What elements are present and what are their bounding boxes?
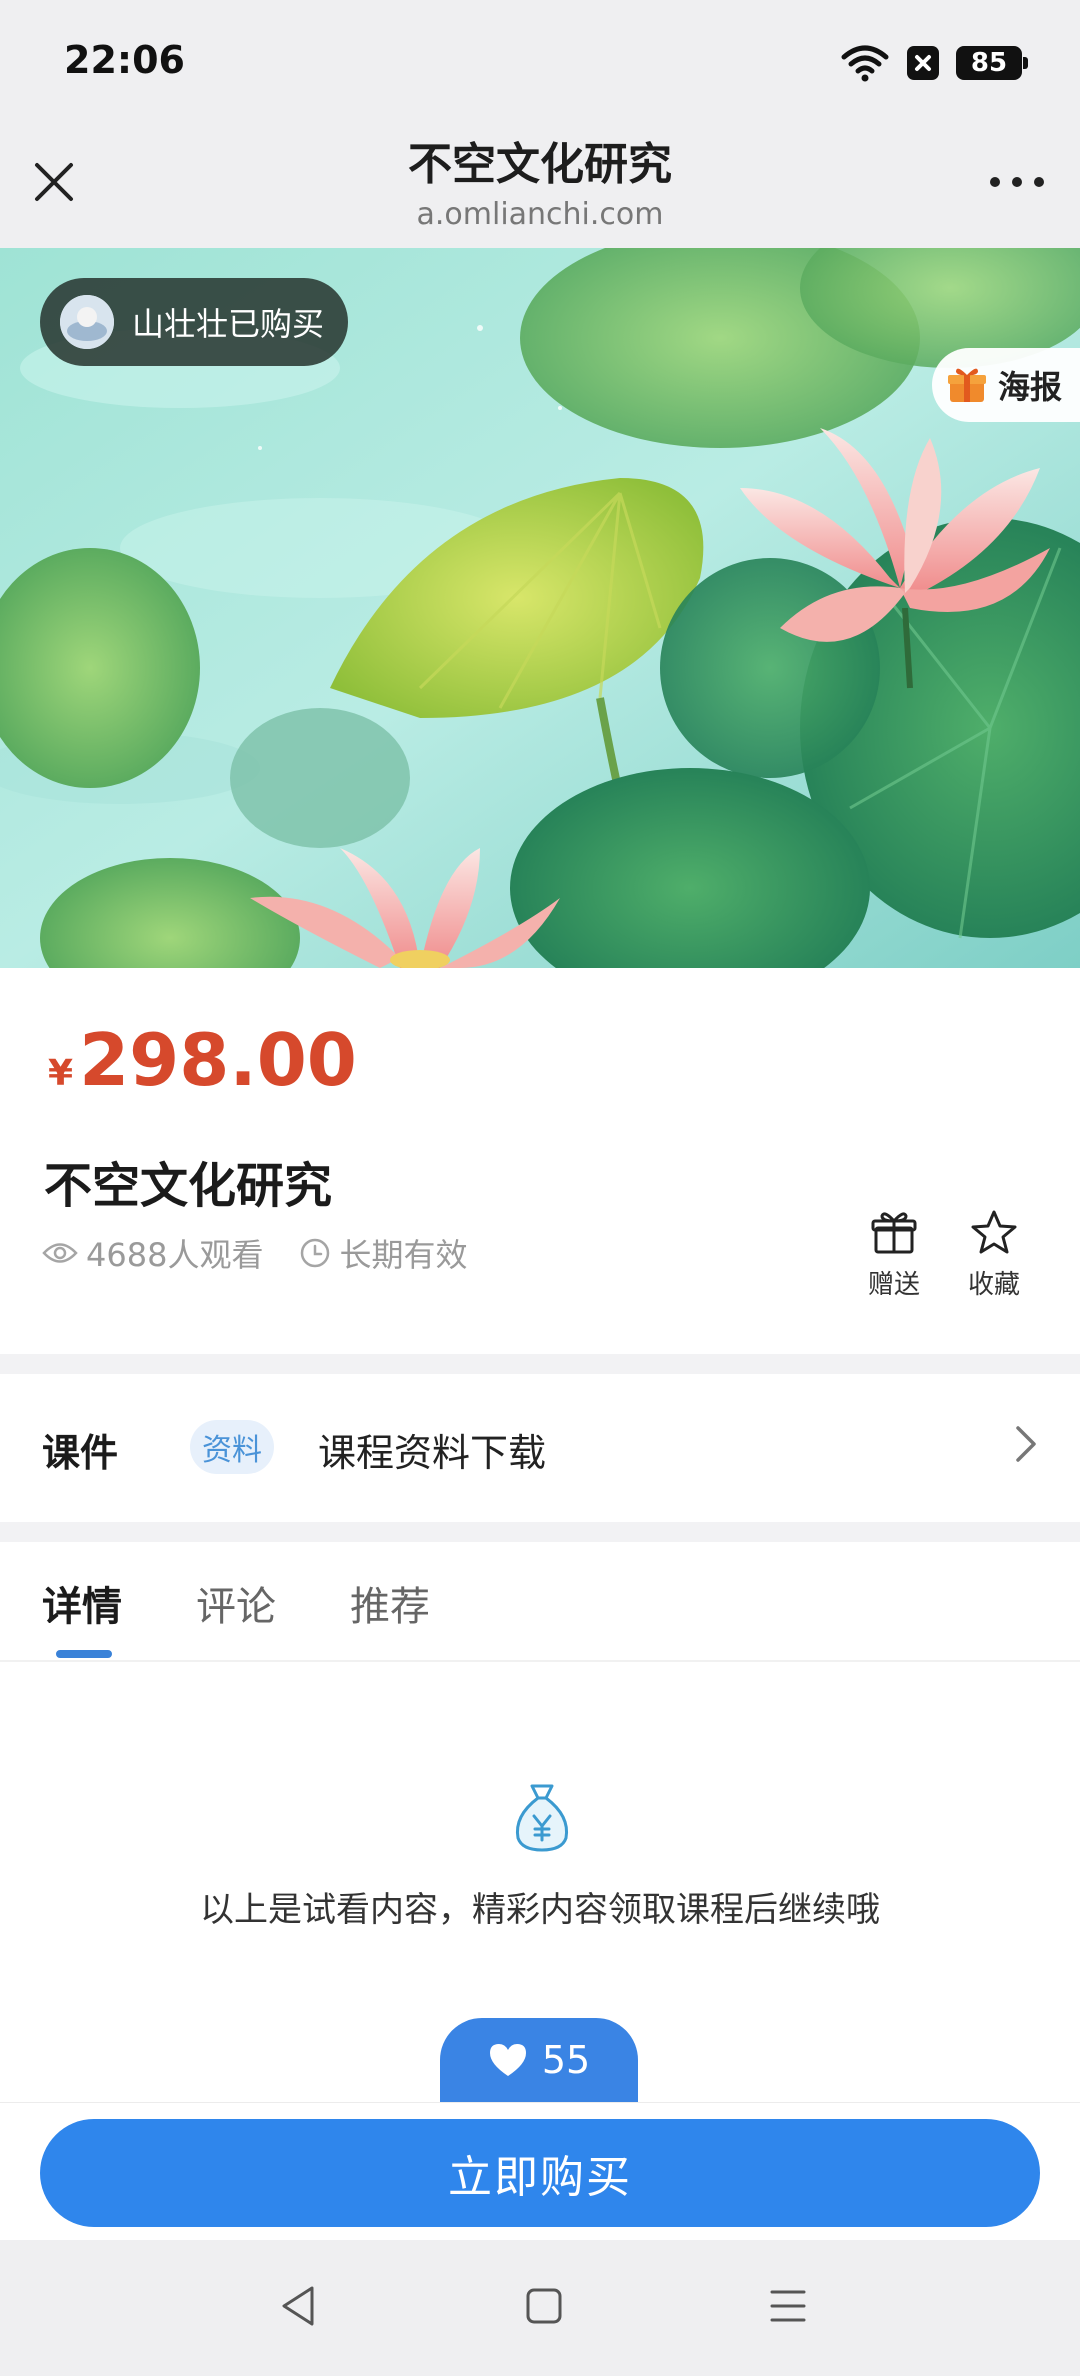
validity: 长期有效 (299, 1230, 467, 1276)
clock-icon (301, 1238, 330, 1268)
app-screen: 22:06 85 不空文化研究 a.omlianchi.com 山壮壮已购买 海… (0, 0, 1080, 2376)
price-value: 298.00 (79, 1018, 357, 1102)
course-title: 不空文化研究 (44, 1158, 333, 1214)
status-time: 22:06 (64, 38, 185, 82)
gift-label: 赠送 (867, 1270, 920, 1300)
gift-icon (947, 368, 986, 402)
poster-button[interactable]: 海报 (931, 348, 1080, 422)
more-icon (990, 177, 1044, 187)
recent-buyer-badge: 山壮壮已购买 (40, 278, 349, 366)
back-icon[interactable] (278, 2284, 318, 2328)
star-icon (971, 1210, 1017, 1254)
view-count: 4688人观看 (42, 1230, 263, 1276)
like-button[interactable]: 55 (440, 2018, 638, 2102)
wifi-icon (840, 43, 890, 83)
validity-text: 长期有效 (339, 1236, 468, 1274)
notification-x-icon (906, 45, 940, 81)
page-title: 不空文化研究 (408, 139, 672, 190)
close-button[interactable] (28, 156, 80, 208)
course-info-card: ¥298.00 不空文化研究 4688人观看 长期有效 赠送 收藏 (0, 968, 1080, 1354)
battery-indicator: 85 (956, 46, 1028, 80)
courseware-label: 课件 (42, 1431, 119, 1475)
course-cover-image: 山壮壮已购买 海报 (0, 248, 1080, 968)
chevron-right-icon (1016, 1426, 1036, 1462)
money-bag-icon (515, 1784, 569, 1852)
more-button[interactable] (984, 156, 1050, 208)
trial-notice: 以上是试看内容，精彩内容领取课程后继续哦 (200, 1890, 880, 1930)
status-bar: 22:06 85 (0, 0, 1080, 126)
favorite-label: 收藏 (967, 1270, 1020, 1300)
tab-bar: 详情 评论 推荐 (0, 1542, 1080, 1662)
eye-icon (42, 1243, 78, 1263)
favorite-button[interactable]: 收藏 (944, 1208, 1044, 1301)
system-navigation-bar (0, 2240, 1080, 2376)
title-bar: 不空文化研究 a.omlianchi.com (0, 126, 1080, 248)
recent-buyer-text: 山壮壮已购买 (132, 305, 325, 343)
close-icon (35, 163, 73, 201)
tab-indicator (56, 1650, 112, 1658)
buy-bar: 立即购买 (0, 2102, 1080, 2240)
status-icons: 85 (840, 40, 1028, 86)
home-icon[interactable] (524, 2284, 564, 2328)
tab-details[interactable]: 详情 (42, 1574, 122, 1632)
gift-button[interactable]: 赠送 (844, 1208, 944, 1301)
heart-icon (489, 2044, 526, 2076)
poster-label: 海报 (997, 368, 1062, 406)
course-meta: 4688人观看 长期有效 (42, 1230, 503, 1276)
gift-icon (871, 1212, 917, 1254)
page-title-group: 不空文化研究 a.omlianchi.com (180, 136, 900, 236)
buy-now-button[interactable]: 立即购买 (40, 2119, 1040, 2227)
courseware-row[interactable]: 课件 资料 课程资料下载 (0, 1374, 1080, 1522)
currency-symbol: ¥ (48, 1053, 74, 1094)
tab-recommend[interactable]: 推荐 (350, 1574, 430, 1632)
avatar (60, 295, 114, 349)
tab-comments[interactable]: 评论 (196, 1574, 276, 1632)
price: ¥298.00 (48, 1018, 357, 1102)
menu-icon[interactable] (768, 2284, 808, 2328)
view-count-text: 4688人观看 (86, 1236, 264, 1274)
courseware-tag: 资料 (190, 1420, 274, 1474)
page-url: a.omlianchi.com (416, 197, 664, 232)
detail-section: 详情 评论 推荐 以上是试看内容，精彩内容领取课程后继续哦 55 (0, 1542, 1080, 2102)
like-count: 55 (541, 2038, 591, 2082)
courseware-text: 课程资料下载 (318, 1431, 547, 1475)
